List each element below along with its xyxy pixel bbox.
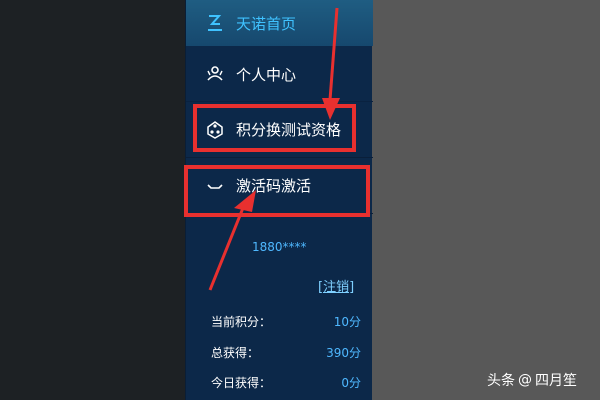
stat-row-total-earned: 总获得： 390分 (211, 344, 361, 364)
background-right-panel (372, 0, 600, 400)
nav-item-personal-center[interactable]: 个人中心 (186, 47, 373, 102)
nav-item-home[interactable]: 天诺首页 (186, 0, 373, 46)
nav-home-label: 天诺首页 (236, 14, 297, 33)
nav-divider (186, 213, 373, 214)
stat-row-today-earned: 今日获得： 0分 (211, 374, 361, 394)
watermark: 头条 @ 四月笙 (487, 370, 577, 390)
stat-label: 当前积分： (211, 315, 272, 329)
user-phone: 1880**** (252, 240, 307, 254)
logout-link[interactable]: [注销] (318, 276, 354, 295)
watermark-separator: @ (518, 372, 532, 388)
nav-item-activation[interactable]: 激活码激活 (186, 158, 373, 213)
watermark-author: 四月笙 (535, 373, 577, 389)
watermark-brand: 头条 (487, 373, 515, 389)
home-icon (204, 12, 226, 34)
background-left-panel (0, 0, 185, 400)
stat-value: 0分 (341, 376, 361, 390)
nav-item-points-exchange[interactable]: 积分换测试资格 (186, 102, 373, 157)
user-center-icon (204, 63, 226, 85)
stat-row-current-points: 当前积分： 10分 (211, 313, 361, 333)
stat-label: 总获得： (211, 346, 260, 360)
nav-personal-label: 个人中心 (236, 65, 297, 84)
stat-value: 390分 (326, 346, 361, 360)
activation-icon (204, 175, 226, 197)
stat-label: 今日获得： (211, 376, 272, 390)
points-exchange-icon (204, 119, 226, 141)
nav-points-label: 积分换测试资格 (236, 121, 342, 139)
nav-activate-label: 激活码激活 (236, 177, 312, 195)
stat-value: 10分 (333, 315, 361, 329)
sidebar: 天诺首页 个人中心 积分换测试资格 激活码激活 (185, 0, 373, 400)
